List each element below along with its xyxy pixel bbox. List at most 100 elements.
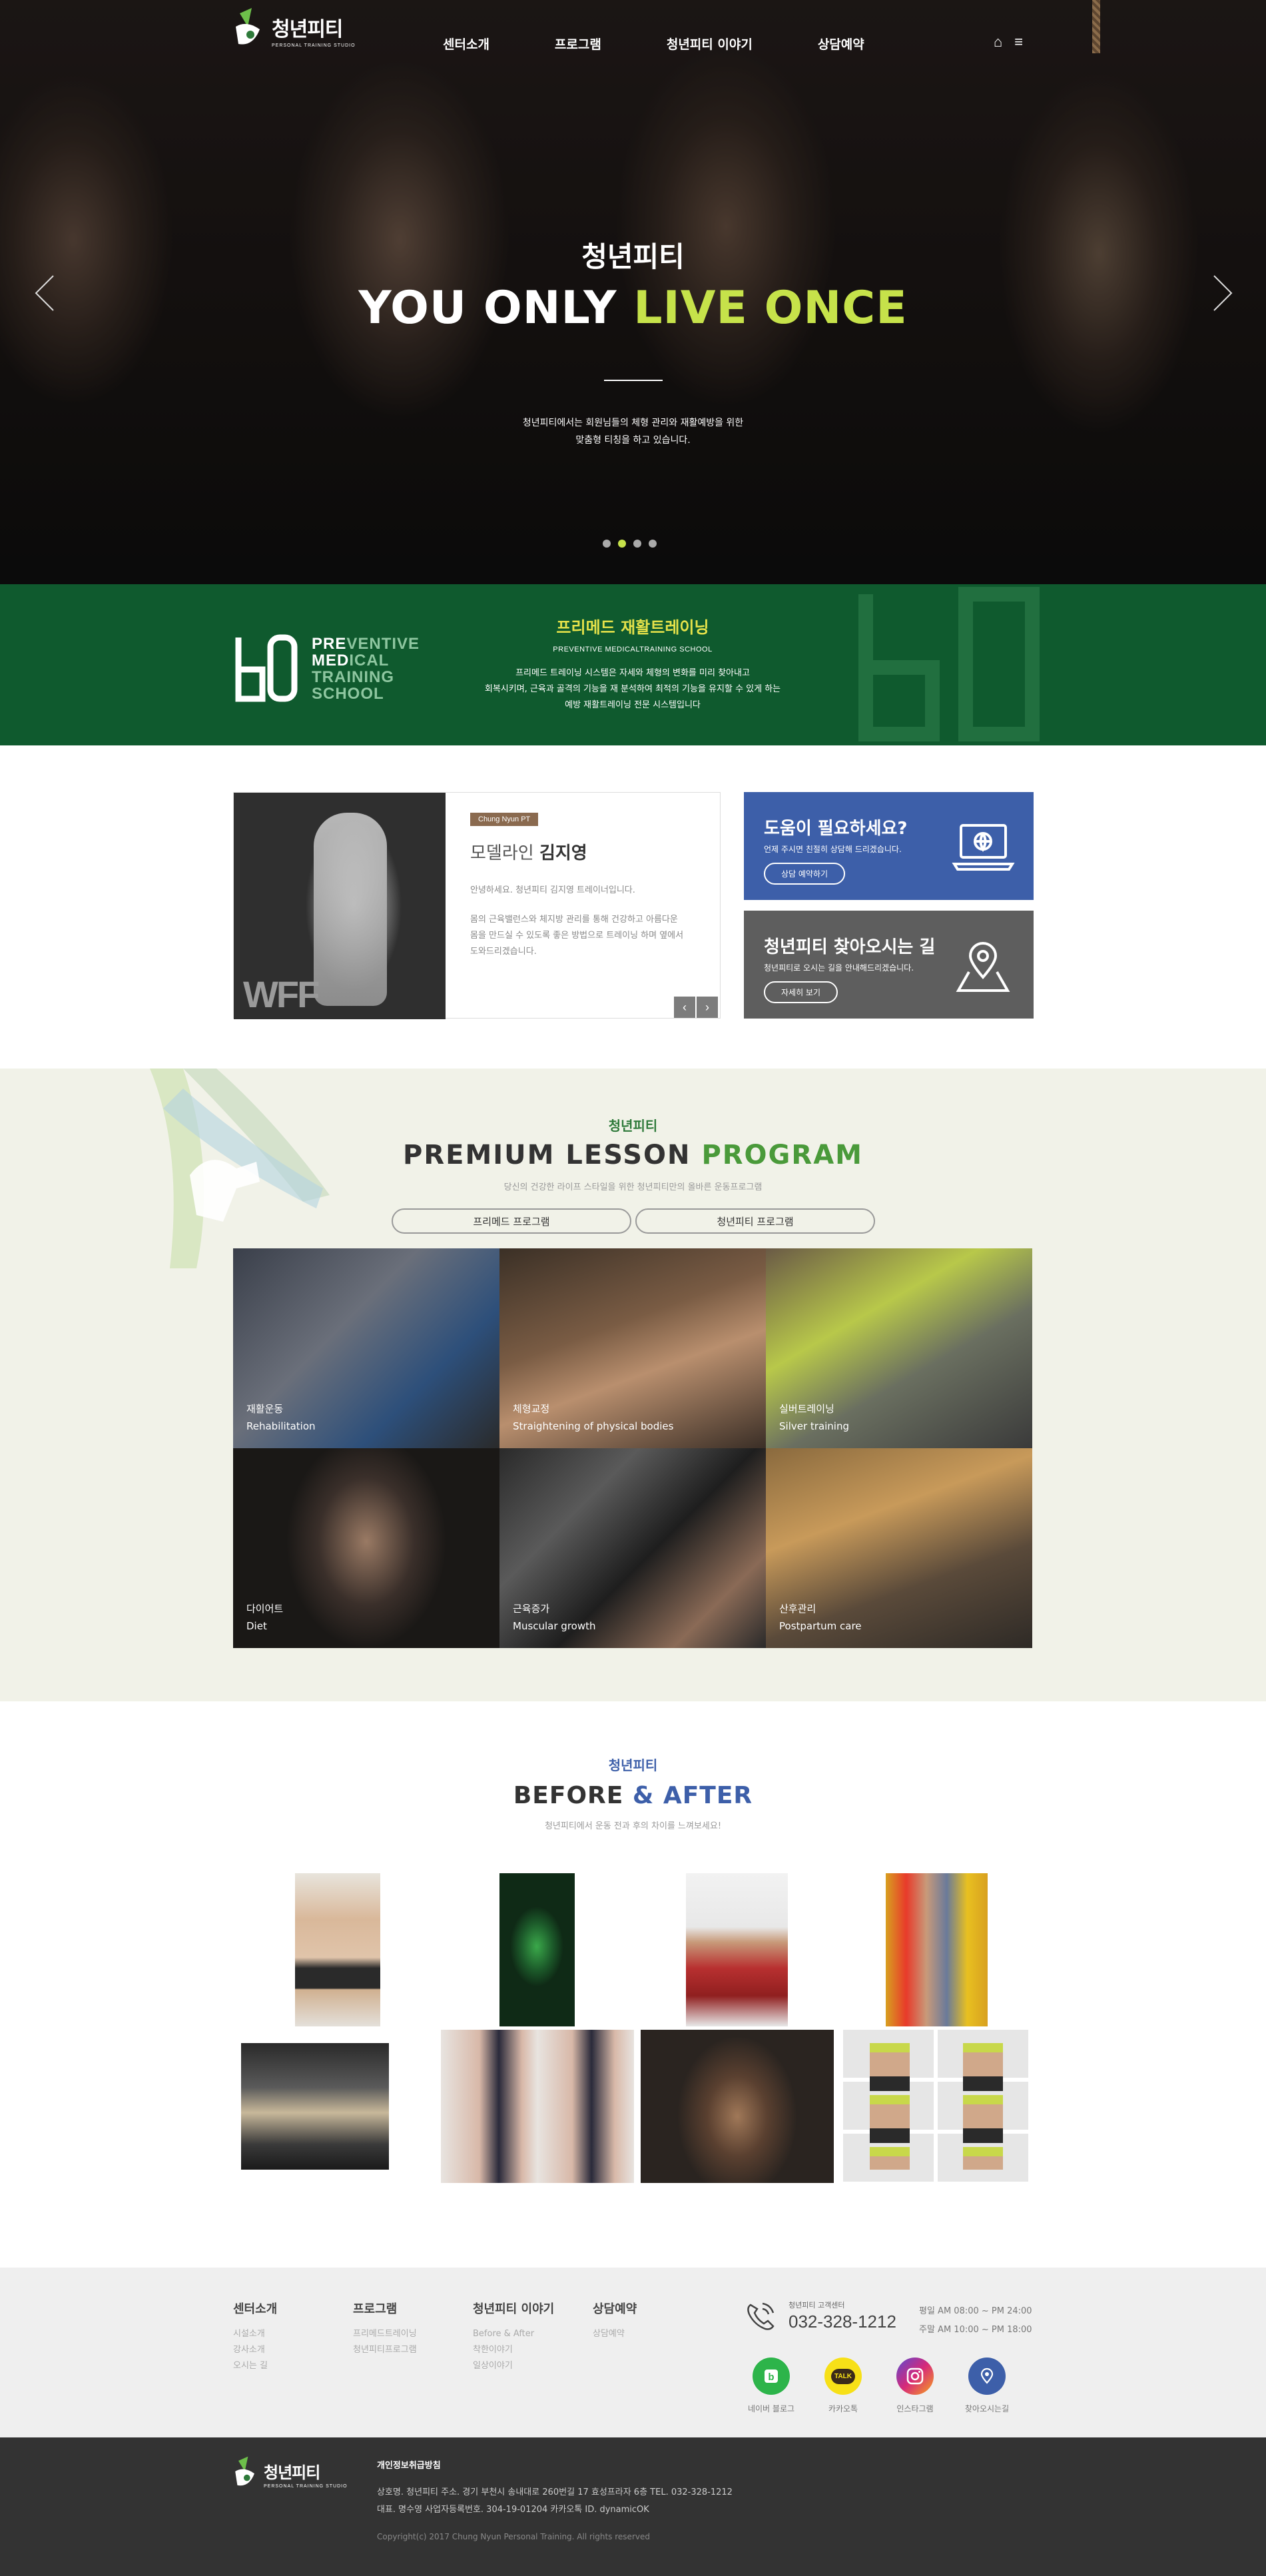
before-after-title: BEFORE & AFTER (513, 1782, 753, 1809)
slider-dot[interactable] (633, 540, 641, 548)
footer-link[interactable]: 프리메드트레이닝 (353, 2326, 417, 2342)
slider-pagination (603, 540, 657, 548)
trainer-info: Chung Nyun PT 모델라인 김지영 안녕하세요. 청년피티 김지영 트… (470, 813, 710, 960)
nav-item-story[interactable]: 청년피티 이야기 (667, 35, 753, 53)
slider-prev-arrow-icon[interactable] (32, 273, 59, 313)
program-grid: 재활운동 Rehabilitation 체형교정 Straightening of … (233, 1248, 1032, 1648)
site-header: 청년피티 PERSONAL TRAINING STUDIO 센터소개 프로그램 … (0, 0, 1266, 73)
trainer-section: WFF Chung Nyun PT 모델라인 김지영 안녕하세요. 청년피티 김… (0, 745, 1266, 1069)
trainer-prev-button[interactable]: ‹ (674, 997, 695, 1018)
customer-center-label: 청년피티 고객센터 (789, 2301, 845, 2310)
slider-dot[interactable] (603, 540, 611, 548)
program-small-title: 청년피티 (608, 1118, 658, 1134)
trainer-next-button[interactable]: › (697, 997, 718, 1018)
before-after-photo[interactable] (686, 1873, 788, 2026)
nav-item-reservation[interactable]: 상담예약 (818, 35, 864, 53)
consult-reserve-button[interactable]: 상담 예약하기 (764, 863, 846, 885)
privacy-policy-link[interactable]: 개인정보취급방침 (377, 2457, 733, 2475)
instagram-link[interactable]: 인스타그램 (895, 2358, 935, 2414)
nav-item-program[interactable]: 프로그램 (555, 35, 601, 53)
kakaotalk-link[interactable]: TALK 카카오톡 (823, 2358, 863, 2414)
slider-dot-active[interactable] (618, 540, 626, 548)
logo-subtext: PERSONAL TRAINING STUDIO (272, 43, 356, 48)
nav-item-about[interactable]: 센터소개 (443, 35, 489, 53)
program-card-diet[interactable]: 다이어트 Diet (233, 1448, 499, 1648)
company-registration: 대표. 명수영 사업자등록번호. 304-19-01204 카카오톡 ID. d… (377, 2505, 649, 2515)
footer-link[interactable]: Before & After (473, 2326, 554, 2342)
tab-chungnyun-program[interactable]: 청년피티 프로그램 (635, 1208, 875, 1234)
program-card-rehabilitation[interactable]: 재활운동 Rehabilitation (233, 1248, 499, 1448)
program-section: 청년피티 PREMIUM LESSON PROGRAM 당신의 건강한 라이프 … (0, 1069, 1266, 1701)
program-heading: 청년피티 PREMIUM LESSON PROGRAM 당신의 건강한 라이프 … (0, 1115, 1266, 1192)
trainer-name: 모델라인 김지영 (470, 843, 587, 863)
site-footer: 청년피티 PERSONAL TRAINING STUDIO 개인정보취급방침 상… (0, 2437, 1266, 2576)
footer-link[interactable]: 착한이야기 (473, 2342, 554, 2358)
copyright: Copyright(c) 2017 Chung Nyun Personal Tr… (377, 2532, 650, 2541)
company-info: 개인정보취급방침 상호명. 청년피티 주소. 경기 부천시 송내대로 260번길… (377, 2457, 733, 2545)
preventive-description: 프리메드 트레이닝 시스템은 자세와 체형의 변화를 미리 찾아내고 회복시키며… (484, 668, 781, 710)
business-hours: 평일 AM 08:00 ~ PM 24:00 주말 AM 10:00 ~ PM … (919, 2306, 1032, 2335)
hero-divider (604, 380, 663, 381)
blog-icon: b (753, 2358, 790, 2395)
preventive-logo-words: PREVENTIVE MEDICAL TRAINING SCHOOL (312, 635, 420, 703)
footer-link[interactable]: 오시는 길 (233, 2358, 277, 2374)
trainer-badge: Chung Nyun PT (470, 813, 539, 826)
laptop-icon (952, 824, 1015, 871)
slider-next-arrow-icon[interactable] (1209, 273, 1235, 313)
program-card-body-correction[interactable]: 체형교정 Straightening of physical bodies (499, 1248, 766, 1448)
menu-icon[interactable]: ≡ (1014, 33, 1023, 51)
before-after-small-title: 청년피티 (608, 1757, 658, 1773)
map-pin-icon (956, 942, 1010, 992)
directions-detail-button[interactable]: 자세히 보기 (764, 981, 838, 1003)
slider-dot[interactable] (649, 540, 657, 548)
footer-link[interactable]: 강사소개 (233, 2342, 277, 2358)
footer-logo-mark-icon (235, 2456, 254, 2486)
phone-icon (747, 2302, 775, 2330)
footer-link[interactable]: 상담예약 (593, 2326, 637, 2342)
footer-col-reservation: 상담예약 상담예약 (593, 2300, 637, 2342)
footer-link[interactable]: 일상이야기 (473, 2358, 554, 2374)
company-address: 상호명. 청년피티 주소. 경기 부천시 송내대로 260번길 17 효성프라자… (377, 2487, 733, 2497)
hero-title: YOU ONLY LIVE ONCE (358, 282, 908, 334)
trainer-carousel-nav: ‹ › (674, 997, 718, 1018)
before-after-description: 청년피티에서 운동 전과 후의 차이를 느껴보세요! (544, 1821, 722, 1831)
site-logo[interactable]: 청년피티 PERSONAL TRAINING STUDIO (233, 7, 356, 53)
preventive-logo: PREVENTIVE MEDICAL TRAINING SCHOOL (233, 632, 420, 705)
footer-link[interactable]: 시설소개 (233, 2326, 277, 2342)
instagram-icon (896, 2358, 934, 2395)
before-after-section: 청년피티 BEFORE & AFTER 청년피티에서 운동 전과 후의 차이를 … (0, 1701, 1266, 2268)
program-card-silver-training[interactable]: 실버트레이닝 Silver training (766, 1248, 1032, 1448)
help-box[interactable]: 도움이 필요하세요? 언제 주시면 친절히 상담해 드리겠습니다. 상담 예약하… (744, 792, 1034, 900)
naver-blog-link[interactable]: b 네이버 블로그 (748, 2358, 794, 2414)
program-tabs: 프리메드 프로그램 청년피티 프로그램 (392, 1208, 875, 1234)
preventive-medical-section: PREVENTIVE MEDICAL TRAINING SCHOOL 프리메드 … (0, 584, 1266, 745)
hero-slider: 청년피티 PERSONAL TRAINING STUDIO 센터소개 프로그램 … (0, 0, 1266, 584)
before-after-photo-compare[interactable] (441, 2030, 634, 2183)
footer-link[interactable]: 청년피티프로그램 (353, 2342, 417, 2358)
before-after-photo-neon-sign[interactable] (499, 1873, 575, 2026)
footer-col-story: 청년피티 이야기 Before & After 착한이야기 일상이야기 (473, 2300, 554, 2374)
trainer-card: WFF Chung Nyun PT 모델라인 김지영 안녕하세요. 청년피티 김… (233, 792, 721, 1019)
before-after-heading: 청년피티 BEFORE & AFTER 청년피티에서 운동 전과 후의 차이를 … (0, 1755, 1266, 1831)
footer-col-program: 프로그램 프리메드트레이닝 청년피티프로그램 (353, 2300, 417, 2358)
directions-link[interactable]: 찾아오시는길 (965, 2358, 1009, 2414)
before-after-photo[interactable] (295, 1873, 380, 2026)
logo-mark-icon (233, 7, 266, 53)
program-title: PREMIUM LESSON PROGRAM (403, 1140, 863, 1170)
program-card-muscular-growth[interactable]: 근육증가 Muscular growth (499, 1448, 766, 1648)
program-card-postpartum-care[interactable]: 산후관리 Postpartum care (766, 1448, 1032, 1648)
before-after-photo-grid[interactable] (843, 2030, 1031, 2183)
home-icon[interactable]: ⌂ (994, 33, 1002, 51)
directions-box[interactable]: 청년피티 찾아오시는 길 청년피티로 오시는 길을 안내해드리겠습니다. 자세히… (744, 911, 1034, 1019)
sns-links: b 네이버 블로그 TALK 카카오톡 인스타그램 찾아오시는길 (748, 2358, 1009, 2414)
tab-premed-program[interactable]: 프리메드 프로그램 (392, 1208, 631, 1234)
svg-text:b: b (768, 2371, 774, 2383)
main-nav: 센터소개 프로그램 청년피티 이야기 상담예약 (443, 35, 864, 53)
hero-subtitle: 청년피티 (581, 240, 685, 273)
customer-center: 청년피티 고객센터 032-328-1212 (744, 2300, 896, 2332)
preventive-intro: 프리메드 재활트레이닝 PREVENTIVE MEDICALTRAINING S… (433, 614, 832, 713)
kakaotalk-icon: TALK (824, 2358, 862, 2395)
before-after-photo-gym[interactable] (241, 2043, 389, 2170)
before-after-photo[interactable] (886, 1873, 988, 2026)
before-after-photo-body[interactable] (641, 2030, 834, 2183)
